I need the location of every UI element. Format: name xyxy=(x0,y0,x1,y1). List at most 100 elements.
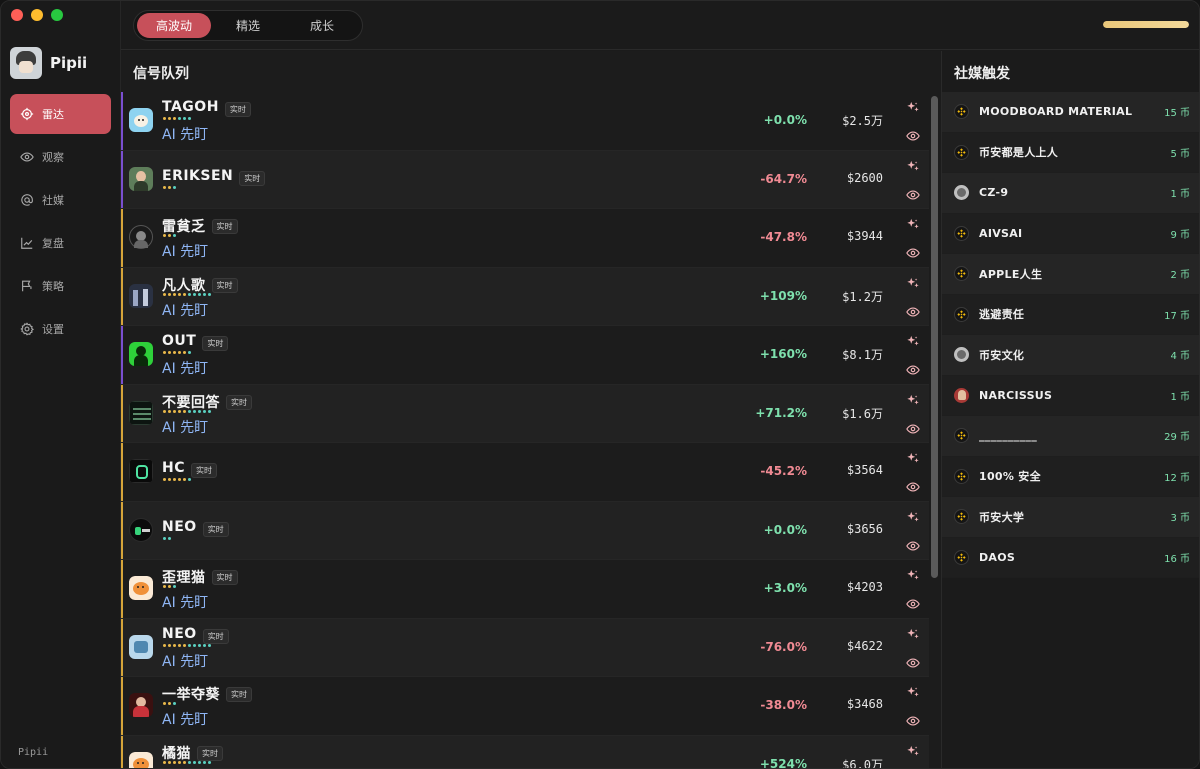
gear-icon xyxy=(20,322,34,336)
signal-row[interactable]: 橘猫 实时 AI 先盯 +524% $6.0万 xyxy=(121,735,929,768)
eye-icon[interactable] xyxy=(906,655,920,669)
bnb-logo-icon xyxy=(954,104,969,120)
coin-name[interactable]: 雷貧乏 xyxy=(162,216,206,236)
coin-name[interactable]: 歪理猫 xyxy=(162,567,206,587)
eye-icon[interactable] xyxy=(906,479,920,493)
tab-high-volatility[interactable]: 高波动 xyxy=(137,13,211,38)
signal-dot xyxy=(198,409,201,413)
social-item[interactable]: MOODBOARD MATERIAL 15 币 xyxy=(942,92,1199,133)
sparkle-icon[interactable] xyxy=(906,159,920,173)
sidebar-item-radar[interactable]: 雷达 xyxy=(10,94,111,134)
coin-count: 1 币 xyxy=(1170,189,1190,201)
tab-featured[interactable]: 精选 xyxy=(211,13,285,38)
eye-icon[interactable] xyxy=(906,304,920,318)
signal-row[interactable]: NEO 实时 AI 先盯 -76.0% $4622 xyxy=(121,618,929,677)
live-badge: 实时 xyxy=(202,336,229,351)
maximize-window-button[interactable] xyxy=(51,9,63,21)
sparkle-icon[interactable] xyxy=(906,100,920,114)
coin-name[interactable]: NEO xyxy=(162,626,197,642)
signal-dot xyxy=(183,643,186,647)
sidebar-item-watch[interactable]: 观察 xyxy=(10,137,111,177)
sparkle-icon[interactable] xyxy=(906,627,920,641)
coin-name[interactable]: 不要回答 xyxy=(162,392,220,412)
sparkle-icon[interactable] xyxy=(906,217,920,231)
sidebar-item-social[interactable]: 社媒 xyxy=(10,180,111,220)
social-source-name: 100% 安全 xyxy=(979,470,1041,484)
sidebar-item-strategy[interactable]: 策略 xyxy=(10,266,111,306)
social-item[interactable]: 币安大学 3 币 xyxy=(942,497,1199,538)
signal-row[interactable]: 一举夺葵 实时 AI 先盯 -38.0% $3468 xyxy=(121,677,929,736)
chart-line-icon xyxy=(20,236,34,250)
signal-dot xyxy=(188,351,191,354)
sparkle-icon[interactable] xyxy=(906,510,920,524)
sidebar-item-review[interactable]: 复盘 xyxy=(10,223,111,263)
social-item[interactable]: 100% 安全 12 币 xyxy=(942,456,1199,497)
ai-watch-tag: AI 先盯 xyxy=(162,595,209,611)
eye-icon[interactable] xyxy=(906,245,920,259)
brand[interactable]: Pipii xyxy=(10,47,87,79)
app-name: Pipii xyxy=(50,54,88,72)
sparkle-icon[interactable] xyxy=(906,393,920,407)
eye-icon[interactable] xyxy=(906,538,920,552)
close-window-button[interactable] xyxy=(11,9,23,21)
ai-watch-tag: AI 先盯 xyxy=(162,712,209,728)
signal-row[interactable]: 雷貧乏 实时 AI 先盯 -47.8% $3944 xyxy=(121,209,929,268)
sparkle-icon[interactable] xyxy=(906,685,920,699)
sidebar-item-settings[interactable]: 设置 xyxy=(10,309,111,349)
social-item[interactable]: APPLE人生 2 币 xyxy=(942,254,1199,295)
signal-row[interactable]: 不要回答 实时 AI 先盯 +71.2% $1.6万 xyxy=(121,384,929,443)
signal-dot xyxy=(193,643,196,647)
sparkle-icon[interactable] xyxy=(906,568,920,582)
signal-row[interactable]: HC 实时 -45.2% $3564 xyxy=(121,443,929,502)
signal-row[interactable]: OUT 实时 AI 先盯 +160% $8.1万 xyxy=(121,326,929,385)
social-item[interactable]: 逃避责任 17 币 xyxy=(942,294,1199,335)
coin-name[interactable]: TAGOH xyxy=(162,99,219,115)
signal-strength-dots xyxy=(163,760,211,764)
live-badge: 实时 xyxy=(211,219,238,234)
eye-icon[interactable] xyxy=(906,128,920,142)
social-item[interactable]: 币安文化 4 币 xyxy=(942,335,1199,376)
signal-row[interactable]: TAGOH 实时 AI 先盯 +0.0% $2.5万 xyxy=(121,92,929,151)
eye-icon[interactable] xyxy=(906,713,920,727)
scrollbar-thumb[interactable] xyxy=(931,96,938,578)
status-progress-fill xyxy=(1103,21,1189,28)
sidebar-item-label: 社媒 xyxy=(42,194,64,207)
price-change: +160% xyxy=(759,347,807,361)
sparkle-icon[interactable] xyxy=(906,276,920,290)
coin-name[interactable]: NEO xyxy=(162,519,197,535)
coin-name[interactable]: HC xyxy=(162,460,185,476)
signal-strength-dots xyxy=(163,409,211,413)
signal-row[interactable]: NEO 实时 +0.0% $3656 xyxy=(121,501,929,560)
coin-name[interactable]: 凡人歌 xyxy=(162,275,206,295)
signal-list-scrollbar[interactable] xyxy=(929,92,941,768)
sparkle-icon[interactable] xyxy=(906,744,920,758)
eye-icon[interactable] xyxy=(906,362,920,376)
social-item[interactable]: AIVSAI 9 币 xyxy=(942,213,1199,254)
signal-row[interactable]: 歪理猫 实时 AI 先盯 +3.0% $4203 xyxy=(121,560,929,619)
signal-dot xyxy=(163,409,166,413)
row-accent-edge xyxy=(121,92,123,150)
coin-avatar-icon xyxy=(129,283,153,308)
signal-dot xyxy=(173,585,176,588)
social-item[interactable]: NARCISSUS 1 币 xyxy=(942,375,1199,416)
coin-name[interactable]: 一举夺葵 xyxy=(162,684,220,704)
eye-icon[interactable] xyxy=(906,187,920,201)
coin-count: 29 币 xyxy=(1164,432,1190,444)
signal-row[interactable]: 凡人歌 实时 AI 先盯 +109% $1.2万 xyxy=(121,267,929,326)
coin-name[interactable]: ERIKSEN xyxy=(162,168,233,184)
social-item[interactable]: 币安都是人上人 5 币 xyxy=(942,132,1199,173)
price-change: -64.7% xyxy=(760,171,807,186)
social-item[interactable]: __________ 29 币 xyxy=(942,416,1199,457)
signal-row[interactable]: ERIKSEN 实时 -64.7% $2600 xyxy=(121,150,929,209)
social-trigger-title: 社媒触发 xyxy=(954,66,1010,82)
sparkle-icon[interactable] xyxy=(906,451,920,465)
coin-name[interactable]: 橘猫 xyxy=(162,743,191,763)
social-item[interactable]: CZ-9 1 币 xyxy=(942,173,1199,214)
minimize-window-button[interactable] xyxy=(31,9,43,21)
eye-icon[interactable] xyxy=(906,596,920,610)
eye-icon[interactable] xyxy=(906,421,920,435)
coin-name[interactable]: OUT xyxy=(162,333,196,349)
social-item[interactable]: DAOS 16 币 xyxy=(942,537,1199,578)
tab-growth[interactable]: 成长 xyxy=(285,13,359,38)
sparkle-icon[interactable] xyxy=(906,334,920,348)
